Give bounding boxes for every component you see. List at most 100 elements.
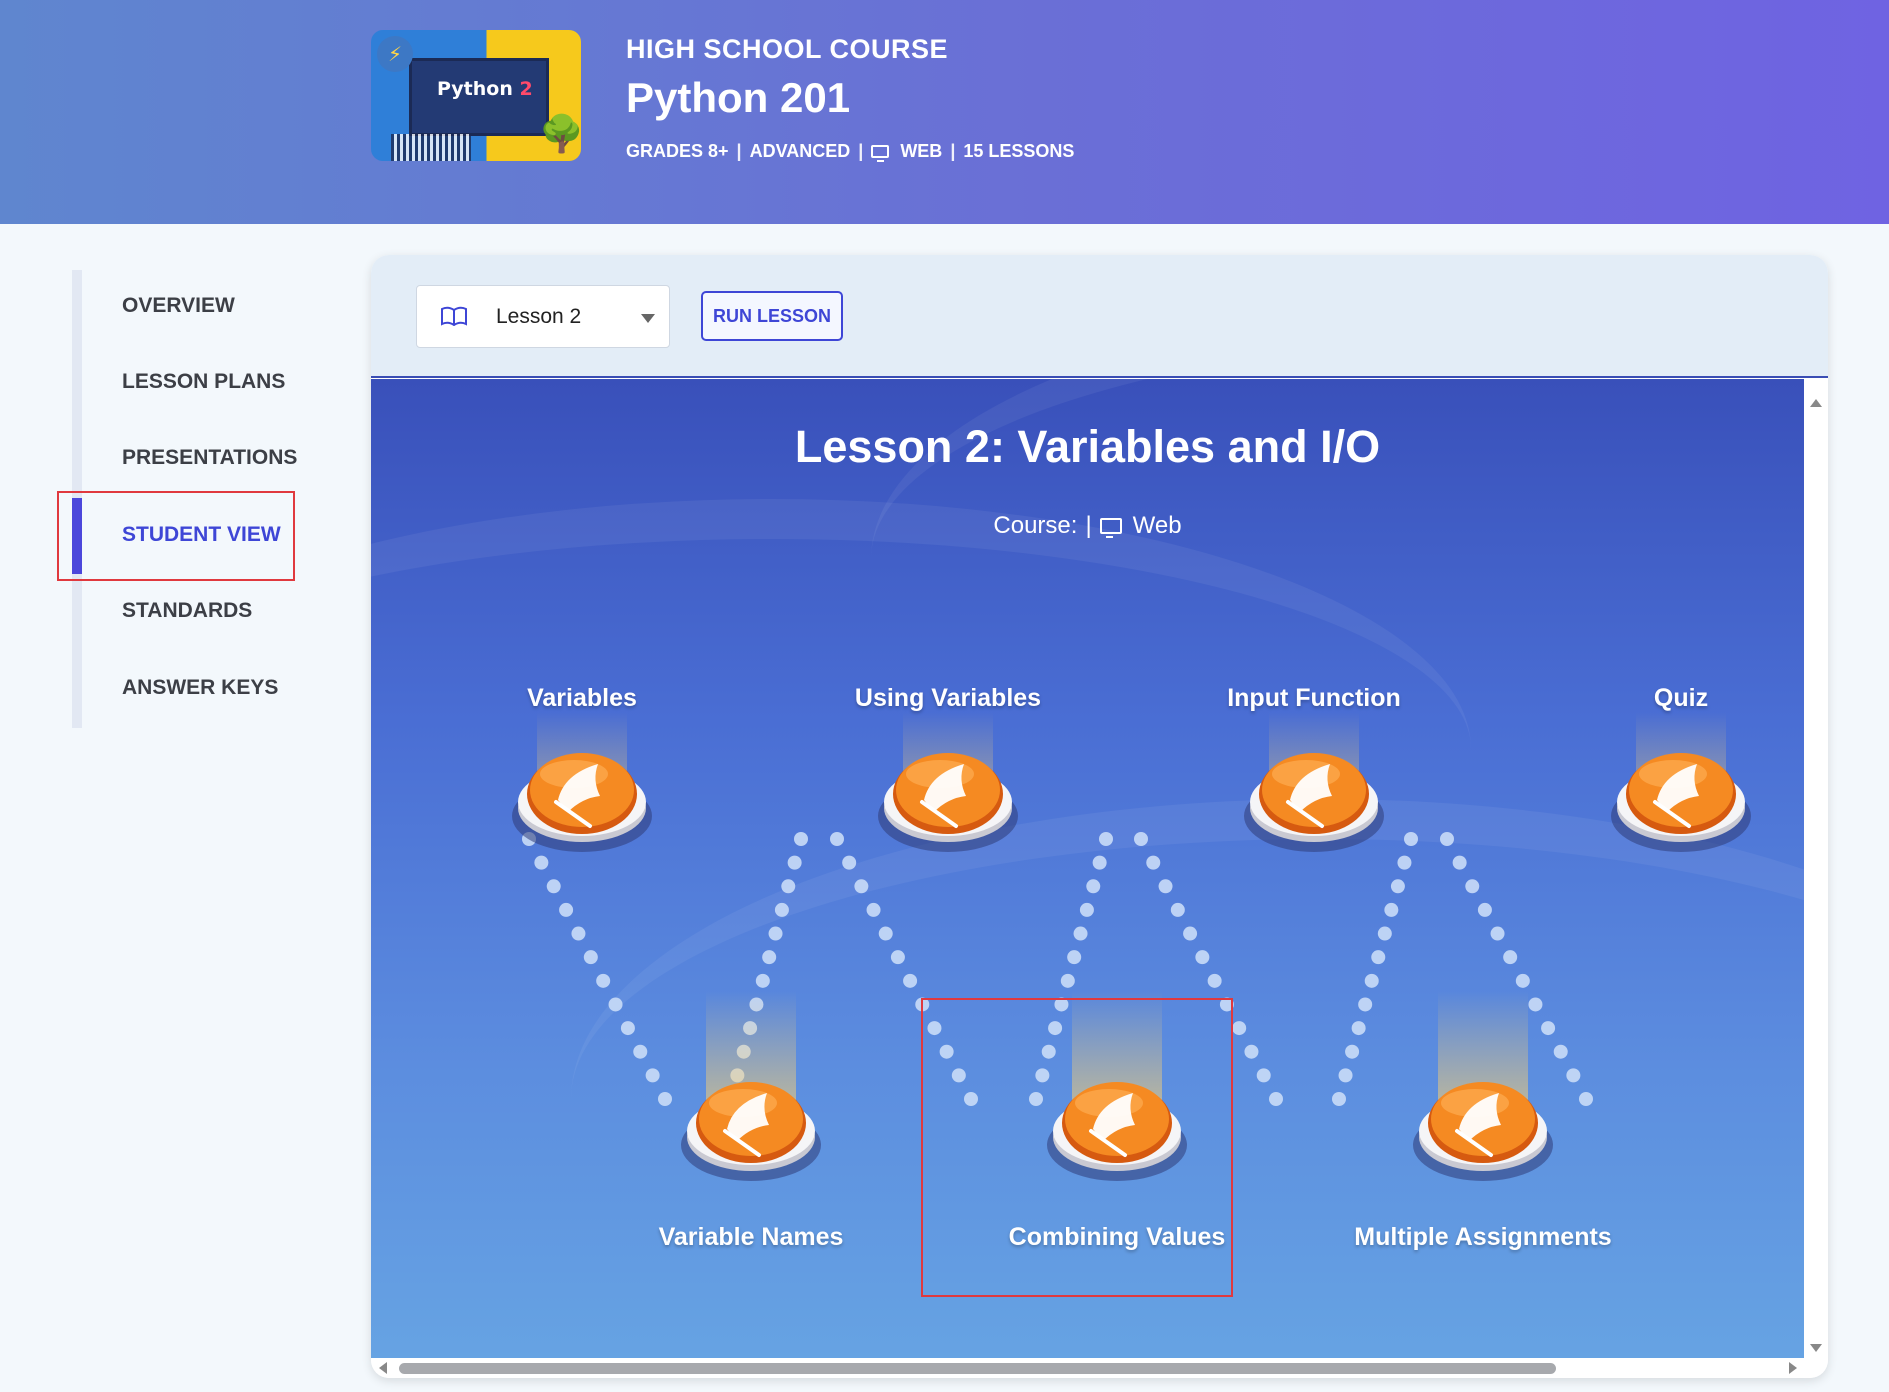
path-dot — [559, 902, 574, 917]
path-dot — [658, 1092, 672, 1106]
flag-icon — [1611, 753, 1751, 852]
run-lesson-button[interactable]: RUN LESSON — [701, 291, 843, 341]
course-kicker: HIGH SCHOOL COURSE — [626, 34, 949, 64]
scroll-down-icon[interactable] — [1810, 1344, 1822, 1352]
path-dot — [1351, 1021, 1366, 1036]
node-label: Variables — [527, 684, 637, 712]
path-dot — [1358, 997, 1373, 1012]
path-dot — [939, 1044, 954, 1059]
path-dot — [546, 879, 561, 894]
path-dot — [1384, 902, 1399, 917]
monitor-icon — [871, 145, 890, 162]
path-dot — [1134, 832, 1148, 846]
path-dot — [951, 1068, 966, 1083]
path-dot — [1207, 973, 1222, 988]
activity-node-quiz[interactable]: Quiz — [1551, 684, 1804, 852]
student-view-stage: Lesson 2: Variables and I/O Course: | We… — [371, 379, 1804, 1358]
path-dot — [571, 926, 586, 941]
thumbnail-keyboard — [391, 134, 471, 161]
path-dot — [1195, 950, 1210, 965]
activity-node-variables[interactable]: Variables — [452, 684, 712, 852]
path-dot — [1338, 1068, 1353, 1083]
book-icon — [441, 306, 467, 326]
flag-icon — [681, 1082, 821, 1181]
path-dot — [1515, 973, 1530, 988]
path-dot — [1440, 832, 1454, 846]
path-dot — [1579, 1092, 1593, 1106]
lesson-card: Lesson 2 RUN LESSON Lesson 2: Variables … — [371, 255, 1828, 1378]
lesson-toolbar: Lesson 2 RUN LESSON — [371, 255, 1828, 378]
path-dot — [964, 1092, 978, 1106]
course-title: Python 201 — [626, 74, 851, 121]
path-dot — [1364, 973, 1379, 988]
path-dot — [794, 832, 808, 846]
course-header: ⚡ Python 2 🌳 HIGH SCHOOL COURSE Python 2… — [0, 0, 1889, 224]
node-label: Quiz — [1653, 684, 1709, 712]
path-dot — [633, 1044, 648, 1059]
path-dot — [583, 950, 598, 965]
sidebar-item-overview[interactable]: OVERVIEW — [122, 294, 235, 318]
path-dot — [927, 1021, 942, 1036]
path-dot — [1099, 832, 1113, 846]
sidebar-item-standards[interactable]: STANDARDS — [122, 599, 252, 623]
scroll-up-icon[interactable] — [1810, 399, 1822, 407]
python-logo-icon: ⚡ — [377, 36, 413, 72]
path-dot — [1073, 926, 1088, 941]
path-dot — [1067, 950, 1082, 965]
scroll-right-icon[interactable] — [1789, 1362, 1797, 1374]
lesson-select[interactable]: Lesson 2 — [416, 285, 670, 348]
chevron-down-icon — [641, 314, 655, 323]
path-dot — [1041, 1044, 1056, 1059]
path-dot — [1183, 926, 1198, 941]
node-label: Variable Names — [658, 1223, 844, 1251]
activity-node-using-variables[interactable]: Using Variables — [818, 684, 1078, 852]
path-dot — [1404, 832, 1418, 846]
sidebar-item-lesson-plans[interactable]: LESSON PLANS — [122, 370, 285, 394]
path-dot — [1477, 902, 1492, 917]
path-dot — [1332, 1092, 1346, 1106]
scroll-left-icon[interactable] — [379, 1362, 387, 1374]
path-dot — [915, 997, 930, 1012]
meta-grades: GRADES 8+ — [626, 141, 729, 161]
node-label: Using Variables — [854, 684, 1042, 712]
path-dot — [608, 997, 623, 1012]
path-dot — [755, 973, 770, 988]
path-dot — [1528, 997, 1543, 1012]
path-dot — [1377, 926, 1392, 941]
path-dot — [1345, 1044, 1360, 1059]
sidebar-item-student-view[interactable]: STUDENT VIEW — [122, 523, 281, 547]
horizontal-scrollbar[interactable] — [371, 1358, 1828, 1378]
meta-lessons: 15 LESSONS — [963, 141, 1075, 161]
meta-level: ADVANCED — [749, 141, 851, 161]
path-dot — [1397, 855, 1412, 870]
flag-icon — [1244, 753, 1384, 852]
path-dot — [1170, 902, 1185, 917]
path-dot — [1092, 855, 1107, 870]
path-dot — [1256, 1068, 1271, 1083]
flag-icon — [512, 753, 652, 852]
activity-node-input-function[interactable]: Input Function — [1184, 684, 1444, 852]
path-dot — [1232, 1021, 1247, 1036]
path-dot — [1541, 1021, 1556, 1036]
path-dot — [1490, 926, 1505, 941]
meta-platform: WEB — [900, 141, 943, 161]
path-dot — [596, 973, 611, 988]
thumbnail-text: Python 2 — [437, 78, 533, 100]
sidebar-nav: OVERVIEW LESSON PLANS PRESENTATIONS STUD… — [72, 270, 297, 728]
path-dot — [1503, 950, 1518, 965]
path-dots — [522, 832, 1593, 1106]
path-dot — [787, 855, 802, 870]
path-dot — [1079, 902, 1094, 917]
node-label: Input Function — [1227, 684, 1401, 712]
path-dot — [1029, 1092, 1043, 1106]
vertical-scrollbar[interactable] — [1804, 379, 1828, 1358]
path-dot — [878, 926, 893, 941]
sidebar-item-presentations[interactable]: PRESENTATIONS — [122, 446, 297, 470]
path-dot — [1465, 879, 1480, 894]
scrollbar-thumb[interactable] — [399, 1363, 1556, 1374]
sidebar-item-answer-keys[interactable]: ANSWER KEYS — [122, 676, 278, 700]
path-dot — [903, 973, 918, 988]
path-dot — [1219, 997, 1234, 1012]
node-label: Combining Values — [1008, 1223, 1226, 1251]
lesson-select-value: Lesson 2 — [496, 305, 582, 328]
